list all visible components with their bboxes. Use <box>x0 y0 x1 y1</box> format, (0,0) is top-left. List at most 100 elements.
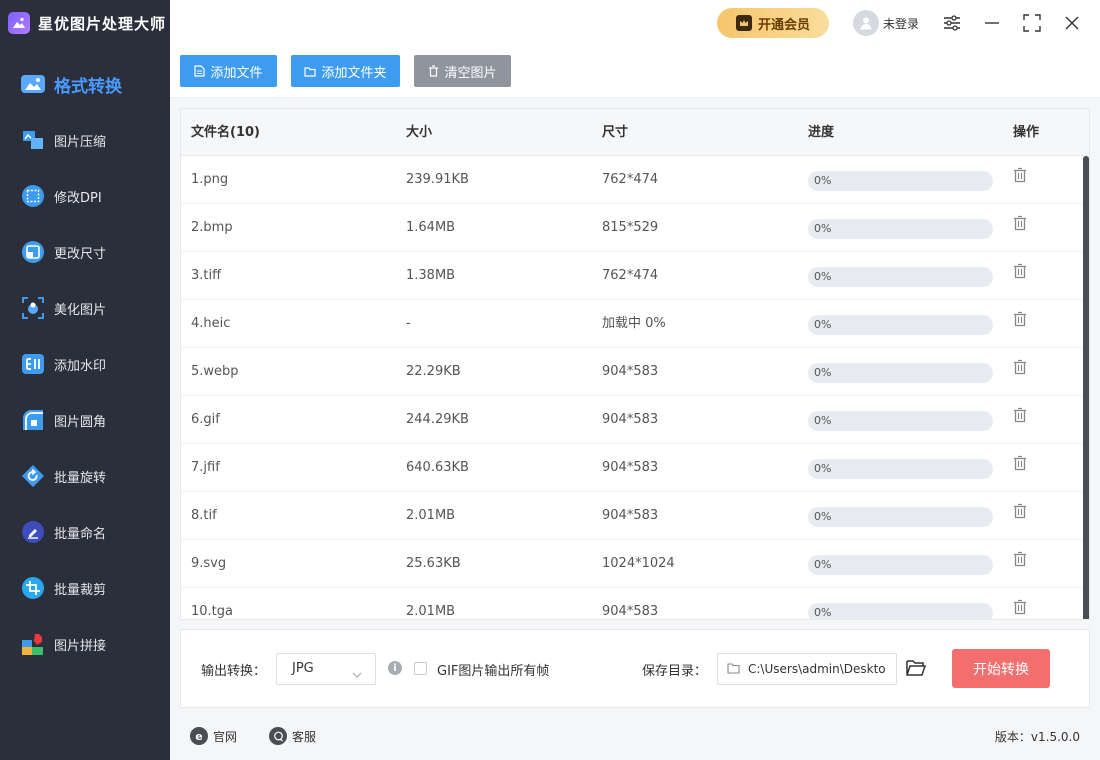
sidebar-item-image-compress[interactable]: 图片压缩 <box>0 112 170 168</box>
delete-row-trash-icon[interactable] <box>1013 588 1029 615</box>
cell-size: 244.29KB <box>406 412 469 427</box>
cell-size: 1.38MB <box>406 268 456 283</box>
table-row[interactable]: 4.heic - 加载中 0% 0% <box>181 300 1089 348</box>
cell-dimensions: 904*583 <box>602 460 659 475</box>
table-row[interactable]: 8.tif 2.01MB 904*583 0% <box>181 492 1089 540</box>
chevron-down-icon <box>351 663 363 693</box>
sidebar-item-dpi[interactable]: 修改DPI <box>0 168 170 224</box>
progress-bar: 0% <box>808 363 993 383</box>
scrollbar-thumb[interactable] <box>1083 156 1089 619</box>
table-row[interactable]: 1.png 239.91KB 762*474 0% <box>181 156 1089 204</box>
progress-bar: 0% <box>808 507 993 527</box>
add-file-label: 添加文件 <box>210 65 263 81</box>
delete-row-trash-icon[interactable] <box>1013 156 1029 183</box>
cell-filename: 10.tga <box>191 604 233 619</box>
browser-e-icon: e <box>190 727 208 745</box>
info-icon[interactable]: i <box>388 661 402 675</box>
delete-row-trash-icon[interactable] <box>1013 396 1029 423</box>
cell-size: 239.91KB <box>406 172 469 187</box>
cell-size: 25.63KB <box>406 556 461 571</box>
crop-icon <box>20 575 46 601</box>
sidebar-item-rotate[interactable]: 批量旋转 <box>0 448 170 504</box>
sidebar-item-label: 更改尺寸 <box>54 246 107 262</box>
delete-row-trash-icon[interactable] <box>1013 444 1029 471</box>
delete-row-trash-icon[interactable] <box>1013 252 1029 279</box>
gif-all-frames-checkbox[interactable] <box>414 662 427 675</box>
chat-bubble-icon <box>269 727 287 745</box>
cell-size: 640.63KB <box>406 460 469 475</box>
stitch-icon <box>20 631 46 657</box>
maximize-icon[interactable] <box>1020 11 1044 35</box>
table-scrollbar[interactable] <box>1083 156 1089 619</box>
progress-text: 0% <box>814 366 832 379</box>
table-row[interactable]: 6.gif 244.29KB 904*583 0% <box>181 396 1089 444</box>
cell-size: 2.01MB <box>406 508 456 523</box>
progress-bar: 0% <box>808 219 993 239</box>
progress-text: 0% <box>814 414 832 427</box>
clear-images-button[interactable]: 清空图片 <box>414 55 511 87</box>
cell-dimensions: 加载中 0% <box>602 316 666 331</box>
sidebar-item-label: 添加水印 <box>54 358 107 374</box>
save-dir-label: 保存目录： <box>642 664 708 679</box>
sidebar-item-watermark[interactable]: 添加水印 <box>0 336 170 392</box>
add-folder-label: 添加文件夹 <box>321 65 387 81</box>
cell-filename: 8.tif <box>191 508 217 523</box>
progress-bar: 0% <box>808 315 993 335</box>
close-icon[interactable] <box>1060 11 1084 35</box>
progress-text: 0% <box>814 174 832 187</box>
cell-dimensions: 904*583 <box>602 364 659 379</box>
delete-row-trash-icon[interactable] <box>1013 492 1029 519</box>
table-row[interactable]: 5.webp 22.29KB 904*583 0% <box>181 348 1089 396</box>
format-convert-icon <box>20 71 46 97</box>
delete-row-trash-icon[interactable] <box>1013 204 1029 231</box>
website-link[interactable]: e 官网 <box>190 726 237 746</box>
settings-sliders-icon[interactable] <box>940 11 964 35</box>
table-body: 1.png 239.91KB 762*474 0% 2.bmp 1.64MB 815*529… <box>181 156 1089 619</box>
vip-crown-icon <box>735 15 752 31</box>
cell-dimensions: 904*583 <box>602 508 659 523</box>
open-folder-icon[interactable] <box>905 658 927 680</box>
progress-text: 0% <box>814 270 832 283</box>
sidebar-item-format-convert[interactable]: 格式转换 <box>0 56 170 112</box>
sidebar-item-label: 图片压缩 <box>54 134 107 150</box>
cell-size: 22.29KB <box>406 364 461 379</box>
cell-dimensions: 762*474 <box>602 172 659 187</box>
table-row[interactable]: 3.tiff 1.38MB 762*474 0% <box>181 252 1089 300</box>
start-convert-button[interactable]: 开始转换 <box>952 649 1050 688</box>
gif-all-frames-label: GIF图片输出所有帧 <box>437 664 550 679</box>
progress-bar: 0% <box>808 603 993 619</box>
table-row[interactable]: 7.jfif 640.63KB 904*583 0% <box>181 444 1089 492</box>
table-row[interactable]: 9.svg 25.63KB 1024*1024 0% <box>181 540 1089 588</box>
progress-text: 0% <box>814 558 832 571</box>
sidebar-item-resize[interactable]: 更改尺寸 <box>0 224 170 280</box>
sidebar-item-beautify[interactable]: 美化图片 <box>0 280 170 336</box>
sidebar-item-rename[interactable]: 批量命名 <box>0 504 170 560</box>
add-file-button[interactable]: 添加文件 <box>180 55 277 87</box>
table-row[interactable]: 10.tga 2.01MB 904*583 0% <box>181 588 1089 619</box>
minimize-icon[interactable] <box>980 11 1004 35</box>
save-path-input[interactable] <box>717 653 897 685</box>
sidebar-item-label: 修改DPI <box>54 190 102 206</box>
cell-filename: 5.webp <box>191 364 239 379</box>
cell-dimensions: 762*474 <box>602 268 659 283</box>
output-format-value: JPG <box>292 661 314 676</box>
delete-row-trash-icon[interactable] <box>1013 540 1029 567</box>
support-link[interactable]: 客服 <box>269 726 316 746</box>
delete-row-trash-icon[interactable] <box>1013 300 1029 327</box>
column-actions: 操作 <box>1013 125 1040 140</box>
output-format-select[interactable]: JPG <box>276 653 376 685</box>
image-compress-icon <box>20 127 46 153</box>
user-login[interactable]: 未登录 <box>853 9 919 37</box>
sidebar-item-stitch[interactable]: 图片拼接 <box>0 616 170 672</box>
avatar-icon <box>853 10 879 36</box>
delete-row-trash-icon[interactable] <box>1013 348 1029 375</box>
table-row[interactable]: 2.bmp 1.64MB 815*529 0% <box>181 204 1089 252</box>
cell-dimensions: 815*529 <box>602 220 659 235</box>
folder-outline-icon <box>727 662 740 678</box>
add-folder-button[interactable]: 添加文件夹 <box>291 55 400 87</box>
folder-icon <box>304 66 317 77</box>
vip-button[interactable]: 开通会员 <box>717 8 829 38</box>
sidebar-item-round-corner[interactable]: 图片圆角 <box>0 392 170 448</box>
sidebar-item-label: 美化图片 <box>54 302 107 318</box>
sidebar-item-crop[interactable]: 批量裁剪 <box>0 560 170 616</box>
